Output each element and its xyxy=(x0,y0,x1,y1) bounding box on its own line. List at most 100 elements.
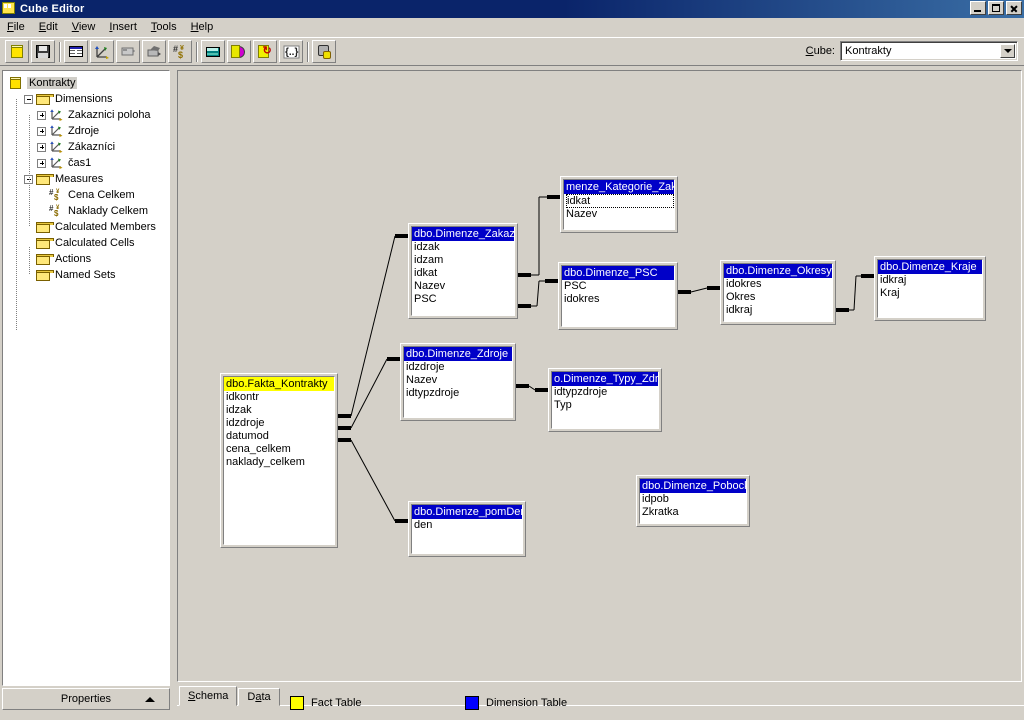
tree-collapse-icon[interactable] xyxy=(24,94,33,104)
schema-column[interactable]: idtypzdroje xyxy=(406,387,512,400)
named-set-icon[interactable]: {..} xyxy=(279,40,303,63)
schema-column[interactable]: idzak xyxy=(226,404,334,417)
minimize-button[interactable] xyxy=(970,1,986,15)
schema-table-title: dbo.Dimenze_pomDen xyxy=(412,505,522,519)
svg-text:$: $ xyxy=(54,193,59,202)
schema-table-psc[interactable]: dbo.Dimenze_PSC PSC idokres xyxy=(558,262,678,330)
schema-column[interactable]: idkat xyxy=(566,194,674,208)
tree-expand-icon[interactable] xyxy=(37,142,46,152)
menu-accel: E xyxy=(38,21,47,33)
insert-member-icon[interactable] xyxy=(116,40,140,63)
schema-column[interactable]: datumod xyxy=(226,430,334,443)
schema-column[interactable]: Kraj xyxy=(880,287,982,300)
schema-table-typy[interactable]: o.Dimenze_Typy_Zdro idtypzdroje Typ xyxy=(548,368,662,432)
measure-icon: # ¥ $ xyxy=(49,204,65,218)
schema-column[interactable]: idkraj xyxy=(726,304,832,317)
schema-column[interactable]: Zkratka xyxy=(642,506,746,519)
legend-dimension-label: Dimension Table xyxy=(486,697,568,709)
properties-toggle-button[interactable]: Properties xyxy=(2,688,170,710)
schema-table-fakta[interactable]: dbo.Fakta_Kontrakty idkontr idzak idzdroje d… xyxy=(220,373,338,548)
cube-combobox[interactable]: Kontrakty xyxy=(840,41,1018,61)
schema-column[interactable]: Nazev xyxy=(406,374,512,387)
schema-table-kategorie[interactable]: menze_Kategorie_Zak idkat Nazev xyxy=(560,176,678,233)
relationship-line xyxy=(853,275,857,311)
schema-column[interactable]: idzdroje xyxy=(226,417,334,430)
object-tree-panel[interactable]: Kontrakty Dimensions Zakaznici poloha Zdroj… xyxy=(2,70,170,686)
dimension-icon xyxy=(49,124,65,138)
menu-file[interactable]: File xyxy=(0,19,32,36)
schema-column[interactable]: cena_celkem xyxy=(226,443,334,456)
measure-icon[interactable]: # ¥ $ xyxy=(168,40,192,63)
new-cube-icon[interactable] xyxy=(5,40,29,63)
folder-icon xyxy=(36,173,54,186)
schema-table-pobocky[interactable]: dbo.Dimenze_Pobocky idpob Zkratka xyxy=(636,475,750,527)
schema-table-kraje[interactable]: dbo.Dimenze_Kraje idkraj Kraj xyxy=(874,256,986,321)
schema-column[interactable]: idokres xyxy=(726,278,832,291)
schema-column[interactable]: idkraj xyxy=(880,274,982,287)
tree-node[interactable]: Zakaznici poloha xyxy=(7,107,169,123)
cube-icon xyxy=(9,76,24,90)
schema-table-zakaznici[interactable]: dbo.Dimenze_ZakaznicidzakidzamidkatNazev… xyxy=(408,223,518,319)
tree-expand-icon[interactable] xyxy=(37,158,46,168)
tree-collapse-icon[interactable] xyxy=(24,174,33,184)
schema-column[interactable]: Nazev xyxy=(414,280,514,293)
schema-column[interactable]: idzam xyxy=(414,254,514,267)
schema-column[interactable]: idpob xyxy=(642,493,746,506)
schema-column[interactable]: Typ xyxy=(554,399,658,412)
insert-level-icon[interactable] xyxy=(142,40,166,63)
schema-column[interactable]: den xyxy=(414,519,522,532)
table-grid-icon[interactable] xyxy=(64,40,88,63)
action-icon[interactable] xyxy=(227,40,251,63)
tree-node[interactable]: Calculated Members xyxy=(7,219,169,235)
schema-diagram-panel[interactable]: dbo.Fakta_Kontrakty idkontr idzak idzdroje d… xyxy=(177,70,1022,682)
tree-node-root[interactable]: Kontrakty xyxy=(7,75,169,91)
tree-node[interactable]: Calculated Cells xyxy=(7,235,169,251)
schema-column[interactable]: idokres xyxy=(564,293,674,306)
tree-node[interactable]: čas1 xyxy=(7,155,169,171)
menu-edit[interactable]: Edit xyxy=(32,19,65,36)
schema-table-zdroje[interactable]: dbo.Dimenze_Zdroje idzdroje Nazev idtypzdro… xyxy=(400,343,516,421)
schema-table-okresy[interactable]: dbo.Dimenze_Okresy idokres Okres idkraj xyxy=(720,260,836,325)
schema-table-pomden[interactable]: dbo.Dimenze_pomDen den xyxy=(408,501,526,557)
tree-node[interactable]: Dimensions xyxy=(7,91,169,107)
dimension-icon[interactable] xyxy=(90,40,114,63)
schema-column[interactable]: PSC xyxy=(564,280,674,293)
tree-node[interactable]: Zdroje xyxy=(7,123,169,139)
menu-insert[interactable]: Insert xyxy=(102,19,144,36)
tree-node[interactable]: Zákazníci xyxy=(7,139,169,155)
fact-table-swatch xyxy=(290,696,304,710)
tree-expand-icon[interactable] xyxy=(37,126,46,136)
menu-help[interactable]: Help xyxy=(184,19,221,36)
save-icon[interactable] xyxy=(31,40,55,63)
restore-button[interactable] xyxy=(988,1,1004,15)
tree-node[interactable]: Measures xyxy=(7,171,169,187)
tree-node-label: Actions xyxy=(55,253,92,265)
tree-node-label: Zakaznici poloha xyxy=(68,109,151,121)
schema-column[interactable]: PSC xyxy=(414,293,514,306)
tree-node[interactable]: # ¥ $ Naklady Celkem xyxy=(7,203,169,219)
close-button[interactable] xyxy=(1006,1,1022,15)
tree-node[interactable]: # ¥ $ Cena Celkem xyxy=(7,187,169,203)
tab-data[interactable]: Data xyxy=(238,688,280,706)
tree-expand-icon[interactable] xyxy=(37,110,46,120)
tab-schema[interactable]: Schema xyxy=(179,686,238,706)
schema-column[interactable]: naklady_celkem xyxy=(226,456,334,469)
schema-column[interactable]: idtypzdroje xyxy=(554,386,658,399)
tree-node[interactable]: Actions xyxy=(7,251,169,267)
schema-column[interactable]: idzak xyxy=(414,241,514,254)
schema-column[interactable]: idkontr xyxy=(226,391,334,404)
schema-column[interactable]: idkat xyxy=(414,267,514,280)
schema-column[interactable]: Nazev xyxy=(566,208,674,221)
calculated-cell-icon[interactable] xyxy=(201,40,225,63)
schema-column[interactable]: Okres xyxy=(726,291,832,304)
schema-table-title: dbo.Dimenze_Pobocky xyxy=(640,479,746,493)
menu-tools[interactable]: Tools xyxy=(144,19,184,36)
panel-splitter[interactable] xyxy=(171,68,176,710)
tree-node[interactable]: Named Sets xyxy=(7,267,169,283)
menu-view[interactable]: View xyxy=(65,19,103,36)
chevron-down-icon[interactable] xyxy=(1000,44,1015,58)
menu-bar: File Edit View Insert Tools Help xyxy=(0,18,1024,37)
schema-column[interactable]: idzdroje xyxy=(406,361,512,374)
properties-gear-icon[interactable] xyxy=(312,40,336,63)
process-cube-icon[interactable]: ↻ xyxy=(253,40,277,63)
